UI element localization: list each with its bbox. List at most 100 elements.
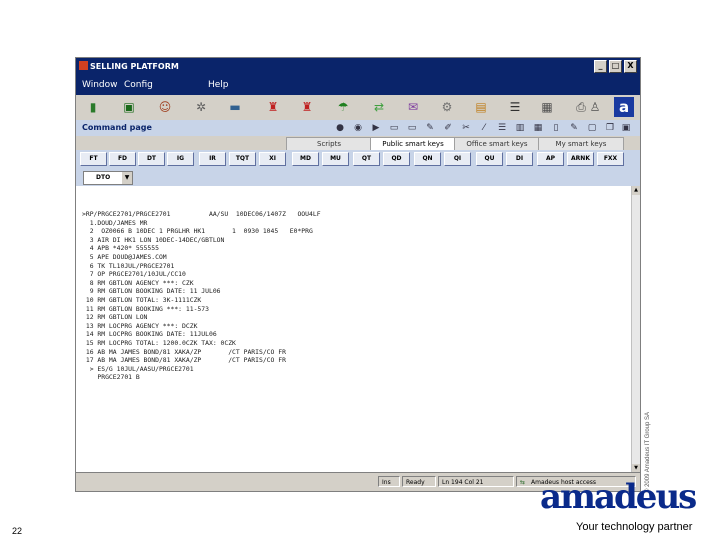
gear-icon[interactable]: ⚙ [438, 98, 456, 116]
pnr-line: 5 APE DOUD@JAMES.COM [82, 252, 167, 261]
pnr-line: PRGCE2701 B [82, 373, 140, 382]
gift-icon[interactable]: ✉ [404, 98, 422, 116]
pnr-line: 8 RM GBTLON AGENCY ***: CZK [82, 278, 194, 287]
command-dropdown-value: DTO [96, 174, 111, 181]
cut-icon[interactable]: ✂ [460, 122, 472, 134]
tab-public-smart-keys[interactable]: Public smart keys [370, 137, 456, 150]
list-icon[interactable]: ☰ [496, 122, 508, 134]
pencil-icon[interactable]: ✎ [568, 122, 580, 134]
status-mode: Ins [378, 476, 400, 487]
key-qn[interactable]: QN [414, 152, 441, 166]
cryptic-screen[interactable]: >RP/PRGCE2701/PRGCE2701 AA/SU 10DEC06/14… [76, 186, 634, 473]
window-icon[interactable]: ▢ [586, 122, 598, 134]
book-icon[interactable]: ▮ [84, 98, 102, 116]
key-fd[interactable]: FD [109, 152, 136, 166]
window-controls: _ □ X [594, 60, 637, 73]
smart-keys-tabs: Scripts Public smart keys Office smart k… [76, 136, 640, 150]
command-dropdown[interactable]: DTO ▼ [83, 171, 133, 185]
key-ig[interactable]: IG [167, 152, 194, 166]
amadeus-logo: amadeus [540, 477, 697, 517]
arrows-icon[interactable]: ⇄ [370, 98, 388, 116]
doc-icon[interactable]: ▯ [550, 122, 562, 134]
key-fxx[interactable]: FXX [597, 152, 624, 166]
chevron-down-icon[interactable]: ▼ [122, 172, 132, 184]
pnr-line: 10 RM GBTLON TOTAL: 3K-1111CZK [82, 295, 202, 304]
pnr-line: 1.DOUD/JAMES MR [82, 218, 148, 227]
terminal-icon[interactable]: ▣ [120, 98, 138, 116]
title-bar: SELLING PLATFORM _ □ X [76, 58, 640, 75]
menu-config[interactable]: Config [124, 80, 153, 90]
key-qu[interactable]: QU [476, 152, 503, 166]
close-button[interactable]: X [624, 60, 637, 73]
play-icon[interactable]: ▶ [370, 122, 382, 134]
agent2-icon[interactable]: ♜ [298, 98, 316, 116]
key-arnk[interactable]: ARNK [567, 152, 594, 166]
key-ap[interactable]: AP [537, 152, 564, 166]
key-qi[interactable]: QI [444, 152, 471, 166]
command-page-title: Command page [82, 123, 152, 132]
tab-office-smart-keys[interactable]: Office smart keys [454, 137, 540, 150]
smart-keys-bar: FT FD DT IG IR TQT XI MD MU QT QD QN QI … [76, 150, 640, 168]
grid-icon[interactable]: ▦ [532, 122, 544, 134]
menu-bar: Window Config Help [76, 75, 640, 95]
pnr-line: >RP/PRGCE2701/PRGCE2701 AA/SU 10DEC06/14… [82, 210, 321, 218]
key-qd[interactable]: QD [383, 152, 410, 166]
maximize-page-icon[interactable]: ▣ [620, 122, 632, 134]
key-di[interactable]: DI [506, 152, 533, 166]
person-icon[interactable]: ☺ [156, 98, 174, 116]
agent-icon[interactable]: ♜ [264, 98, 282, 116]
settings-icon[interactable]: ✲ [192, 98, 210, 116]
tab-scripts[interactable]: Scripts [286, 137, 372, 150]
bar-icon[interactable]: ▥ [514, 122, 526, 134]
car-icon[interactable]: ▬ [226, 98, 244, 116]
umbrella-icon[interactable]: ☂ [334, 98, 352, 116]
stop-icon[interactable]: ● [334, 122, 346, 134]
app-icon [79, 61, 88, 70]
tab-my-smart-keys[interactable]: My smart keys [538, 137, 624, 150]
pnr-line: 2 OZ0066 B 10DEC 1 PRGLHR HK1 1 0930 104… [82, 227, 313, 236]
vertical-scrollbar[interactable]: ▲ ▼ [631, 186, 640, 473]
key-dt[interactable]: DT [138, 152, 165, 166]
pnr-line: 11 RM GBTLON BOOKING ***: 11-573 [82, 304, 209, 313]
pnr-line: 12 RM GBTLON LON [82, 313, 148, 322]
paste-icon[interactable]: ▭ [406, 122, 418, 134]
window-title: SELLING PLATFORM [90, 62, 179, 71]
amadeus-logo-button[interactable]: a [614, 97, 634, 117]
edit-icon[interactable]: ✐ [442, 122, 454, 134]
menu-window[interactable]: Window [82, 80, 118, 90]
restore-icon[interactable]: ❐ [604, 122, 616, 134]
key-ft[interactable]: FT [80, 152, 107, 166]
key-qt[interactable]: QT [353, 152, 380, 166]
key-xi[interactable]: XI [259, 152, 286, 166]
selling-platform-window: SELLING PLATFORM _ □ X Window Config Hel… [75, 57, 641, 492]
maximize-button[interactable]: □ [609, 60, 622, 73]
command-selector-row: DTO ▼ [76, 168, 640, 186]
page-number: 22 [12, 526, 23, 536]
copyright-note: © 2009 Amadeus IT Group SA [645, 411, 651, 493]
status-state: Ready [402, 476, 436, 487]
key-ir[interactable]: IR [199, 152, 226, 166]
scroll-up-icon[interactable]: ▲ [632, 186, 640, 195]
pnr-line: 9 RM GBTLON BOOKING DATE: 11 JUL06 [82, 287, 221, 296]
refresh-icon[interactable]: ◉ [352, 122, 364, 134]
pnr-line: 13 RM LOCPRG AGENCY ***: DCZK [82, 321, 198, 330]
copy-icon[interactable]: ▭ [388, 122, 400, 134]
minimize-button[interactable]: _ [594, 60, 607, 73]
menu-help[interactable]: Help [208, 80, 229, 90]
command-page-header: Command page ● ◉ ▶ ▭ ▭ ✎ ✐ ✂ ⁄ ☰ ▥ ▦ ▯ ✎… [76, 120, 640, 136]
pnr-line: 3 AIR DI HK1 LON 10DEC-14DEC/GBTLON [82, 235, 225, 244]
tool-icon[interactable]: ✎ [424, 122, 436, 134]
key-md[interactable]: MD [292, 152, 319, 166]
key-mu[interactable]: MU [322, 152, 349, 166]
key-tqt[interactable]: TQT [229, 152, 256, 166]
card-icon[interactable]: ▤ [472, 98, 490, 116]
pnr-line: 17 AB MA JAMES BOND/81 XAKA/ZP /CT PARIS… [82, 356, 286, 365]
pnr-line: 16 AB MA JAMES BOND/81 XAKA/ZP /CT PARIS… [82, 347, 286, 356]
status-position: Ln 194 Col 21 [438, 476, 514, 487]
pnr-line: 6 TK TL10JUL/PRGCE2701 [82, 261, 175, 270]
connection-icon: ⇆ [520, 479, 526, 486]
wand-icon[interactable]: ⁄ [478, 122, 490, 134]
clipboard-icon[interactable]: ▦ [538, 98, 556, 116]
bars-icon[interactable]: ☰ [506, 98, 524, 116]
shirt-icon[interactable]: ♙ [586, 98, 604, 116]
